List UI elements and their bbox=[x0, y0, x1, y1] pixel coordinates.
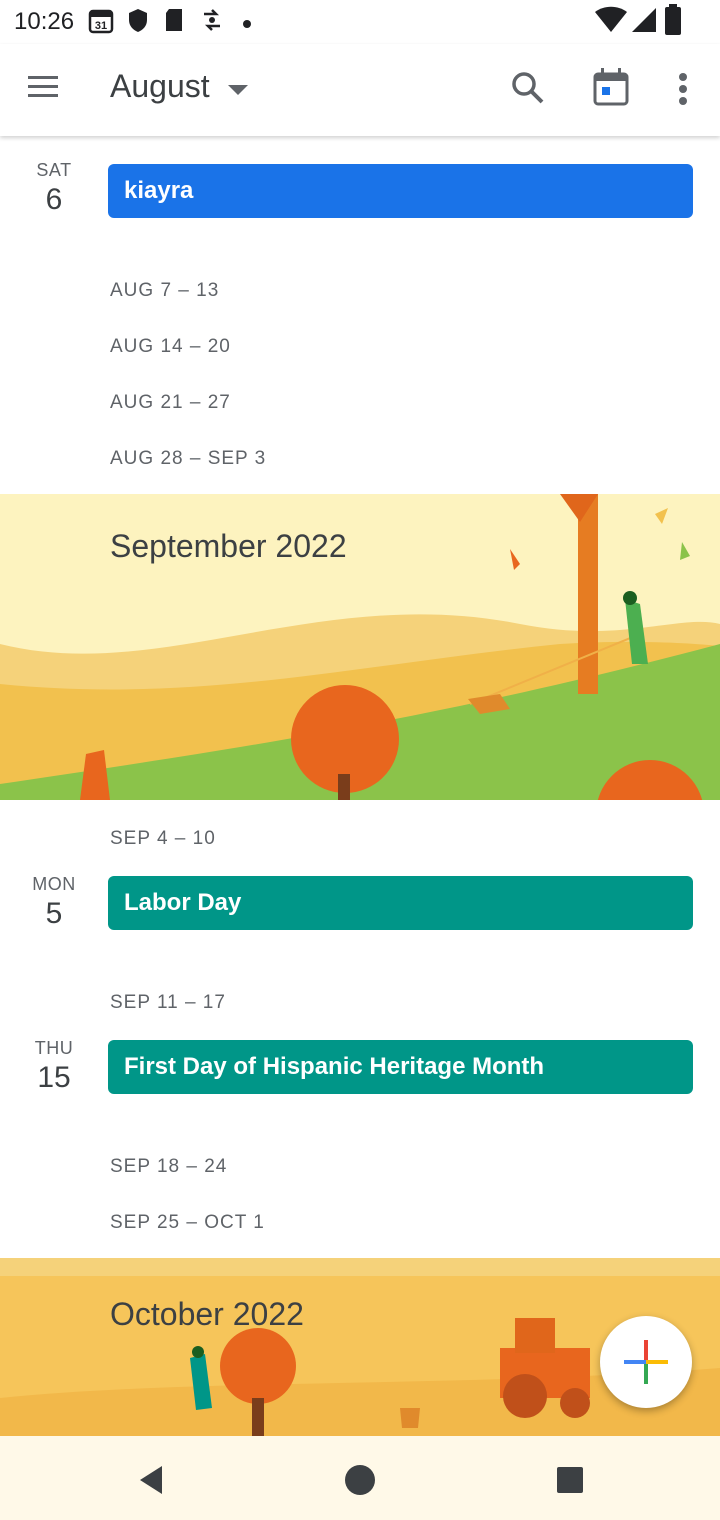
autumn-landscape-illustration bbox=[0, 494, 720, 800]
week-range[interactable]: SEP 4 – 10 bbox=[110, 828, 216, 850]
wifi-icon bbox=[594, 6, 628, 39]
month-title[interactable]: August bbox=[110, 68, 210, 105]
sd-card-icon bbox=[162, 6, 186, 39]
plus-icon bbox=[624, 1340, 668, 1384]
day-label-mon-5: MON 5 bbox=[0, 874, 108, 931]
battery-icon bbox=[664, 4, 682, 41]
shield-icon bbox=[126, 6, 150, 39]
week-range[interactable]: AUG 7 – 13 bbox=[110, 280, 219, 302]
event-chip-hispanic-heritage-month[interactable]: First Day of Hispanic Heritage Month bbox=[108, 1040, 693, 1094]
app-bar: August bbox=[0, 44, 720, 136]
event-chip-kiayra[interactable]: kiayra bbox=[108, 164, 693, 218]
september-banner: September 2022 bbox=[0, 494, 720, 800]
month-banner-title: October 2022 bbox=[110, 1296, 304, 1332]
month-banner-title: September 2022 bbox=[110, 528, 347, 564]
signal-icon bbox=[630, 6, 658, 39]
day-number: 5 bbox=[45, 897, 63, 930]
calendar-notification-icon: 31 bbox=[88, 6, 114, 39]
create-event-fab[interactable] bbox=[600, 1316, 692, 1408]
status-bar: 10:26 31 bbox=[0, 0, 720, 44]
day-number: 15 bbox=[37, 1061, 71, 1094]
day-label-thu-15: THU 15 bbox=[0, 1038, 108, 1095]
sync-icon bbox=[198, 6, 226, 39]
recents-icon[interactable] bbox=[556, 1466, 584, 1499]
system-navigation-bar bbox=[0, 1436, 720, 1520]
week-range[interactable]: AUG 14 – 20 bbox=[110, 336, 231, 358]
more-vert-icon[interactable] bbox=[668, 70, 698, 115]
back-icon[interactable] bbox=[136, 1464, 166, 1501]
status-time: 10:26 bbox=[14, 8, 75, 35]
dropdown-caret-icon[interactable] bbox=[226, 82, 250, 103]
today-calendar-icon[interactable] bbox=[590, 66, 632, 113]
day-number: 6 bbox=[45, 183, 63, 216]
week-range[interactable]: SEP 18 – 24 bbox=[110, 1156, 227, 1178]
home-icon[interactable] bbox=[342, 1462, 378, 1503]
event-chip-labor-day[interactable]: Labor Day bbox=[108, 876, 693, 930]
day-of-week: SAT bbox=[36, 160, 72, 180]
svg-text:31: 31 bbox=[95, 20, 107, 32]
dot-icon bbox=[242, 16, 252, 34]
search-icon[interactable] bbox=[508, 68, 548, 113]
day-label-sat-6: SAT 6 bbox=[0, 160, 108, 217]
week-range[interactable]: SEP 11 – 17 bbox=[110, 992, 226, 1014]
week-range[interactable]: SEP 25 – OCT 1 bbox=[110, 1212, 265, 1234]
week-range[interactable]: AUG 21 – 27 bbox=[110, 392, 231, 414]
day-of-week: THU bbox=[34, 1038, 74, 1058]
day-of-week: MON bbox=[32, 874, 76, 894]
menu-icon[interactable] bbox=[26, 72, 78, 112]
week-range[interactable]: AUG 28 – SEP 3 bbox=[110, 448, 266, 470]
